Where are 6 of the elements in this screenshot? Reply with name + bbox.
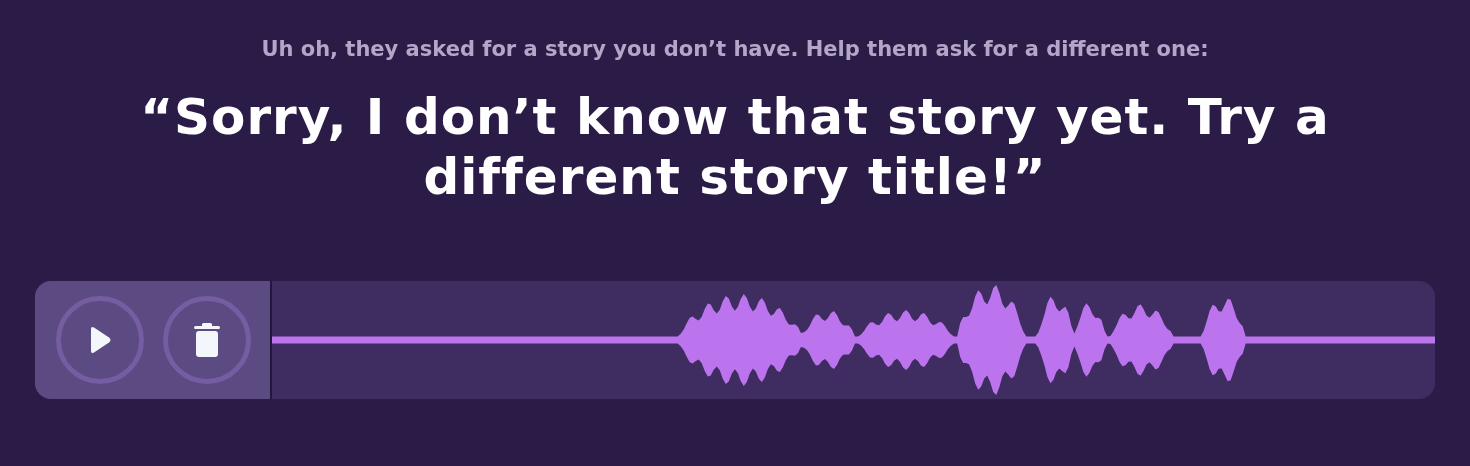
prompt-text: Uh oh, they asked for a story you don’t have. Help them ask for a different one:	[261, 36, 1209, 63]
play-button[interactable]	[56, 296, 144, 384]
trash-icon	[194, 323, 220, 357]
delete-button[interactable]	[163, 296, 251, 384]
play-icon	[88, 326, 112, 354]
quote-text: “Sorry, I don’t know that story yet. Try a different story title!”	[139, 87, 1331, 207]
